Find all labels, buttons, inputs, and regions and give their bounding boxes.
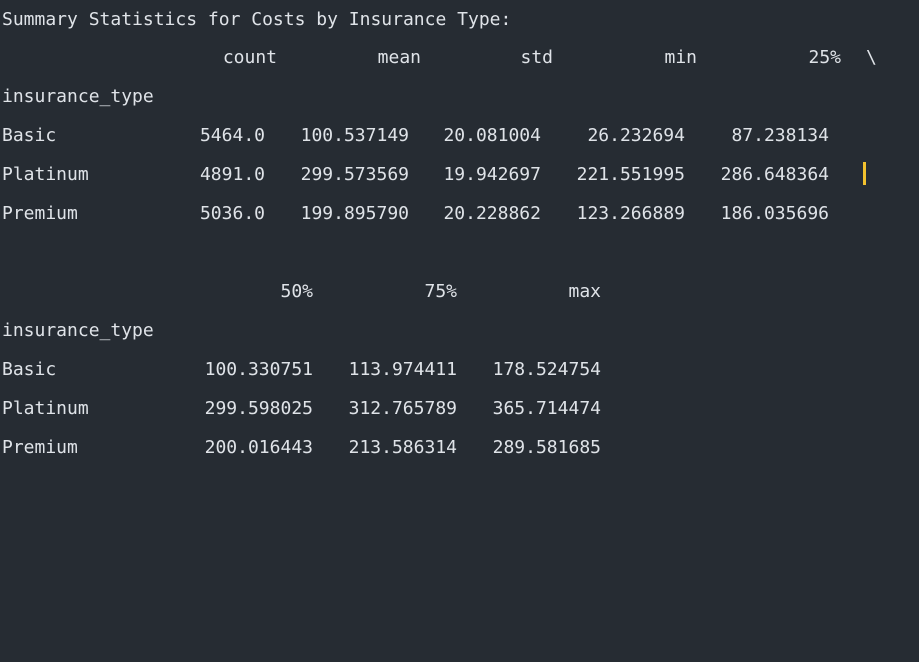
value-mean: 100.537149: [300, 125, 409, 146]
value-count: 5036.0: [199, 203, 265, 224]
value-25pct: 286.648364: [720, 164, 829, 185]
value-mean: 299.573569: [300, 164, 409, 185]
value-max: 178.524754: [492, 359, 601, 380]
value-75pct: 113.974411: [348, 359, 457, 380]
value-75pct: 213.586314: [348, 437, 457, 458]
row-label: Platinum: [2, 398, 89, 419]
table-row: Premium 200.016443 213.586314 289.581685: [0, 428, 919, 467]
col-header-max: max: [568, 281, 601, 302]
col-header-count: count: [222, 47, 277, 68]
value-min: 123.266889: [576, 203, 685, 224]
value-50pct: 200.016443: [204, 437, 313, 458]
value-count: 5464.0: [199, 125, 265, 146]
row-label: Basic: [2, 125, 57, 146]
text-cursor: [863, 162, 866, 185]
index-name-label: insurance_type: [2, 86, 154, 107]
value-min: 221.551995: [576, 164, 685, 185]
value-25pct: 87.238134: [731, 125, 829, 146]
col-header-50pct: 50%: [280, 281, 313, 302]
index-name-label: insurance_type: [2, 320, 154, 341]
value-25pct: 186.035696: [720, 203, 829, 224]
block2-header-row: 50% 75% max: [0, 272, 919, 311]
row-label: Basic: [2, 359, 57, 380]
value-75pct: 312.765789: [348, 398, 457, 419]
col-header-75pct: 75%: [424, 281, 457, 302]
table-row: Basic 5464.0 100.537149 20.081004 26.232…: [0, 116, 919, 155]
table-row: Premium 5036.0 199.895790 20.228862 123.…: [0, 194, 919, 233]
value-mean: 199.895790: [300, 203, 409, 224]
value-std: 20.081004: [443, 125, 541, 146]
line-continuation-mark: \: [866, 47, 877, 68]
value-std: 19.942697: [443, 164, 541, 185]
table-row: Platinum 4891.0 299.573569 19.942697 221…: [0, 155, 919, 194]
row-label: Premium: [2, 203, 78, 224]
col-header-std: std: [520, 47, 553, 68]
output-title: Summary Statistics for Costs by Insuranc…: [2, 9, 512, 30]
col-header-mean: mean: [377, 47, 421, 68]
value-50pct: 299.598025: [204, 398, 313, 419]
value-min: 26.232694: [587, 125, 685, 146]
row-label: Premium: [2, 437, 78, 458]
value-50pct: 100.330751: [204, 359, 313, 380]
table-row: Basic 100.330751 113.974411 178.524754: [0, 350, 919, 389]
console-output[interactable]: Summary Statistics for Costs by Insuranc…: [0, 0, 919, 466]
value-max: 289.581685: [492, 437, 601, 458]
value-max: 365.714474: [492, 398, 601, 419]
value-count: 4891.0: [199, 164, 265, 185]
col-header-25pct: 25%: [808, 47, 841, 68]
col-header-min: min: [664, 47, 697, 68]
table-row: Platinum 299.598025 312.765789 365.71447…: [0, 389, 919, 428]
row-label: Platinum: [2, 164, 89, 185]
block1-header-row: count mean std min 25% \: [0, 38, 919, 77]
value-std: 20.228862: [443, 203, 541, 224]
